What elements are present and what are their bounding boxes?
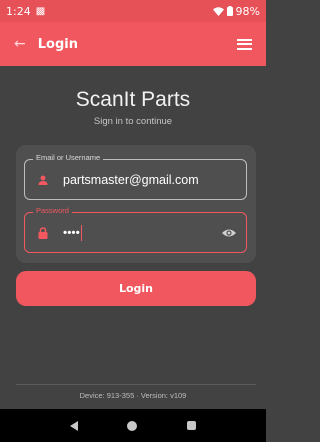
footer-divider <box>16 384 256 385</box>
nav-home-icon[interactable] <box>127 420 138 431</box>
login-card: Email or Username partsmaster@gmail.com … <box>16 145 256 263</box>
email-value: partsmaster@gmail.com <box>63 172 199 187</box>
status-bar: 1:24 ▩ 98% <box>0 0 266 22</box>
text-caret <box>80 224 83 241</box>
sim-icon: ▩ <box>35 5 46 17</box>
login-button[interactable]: Login <box>16 271 256 306</box>
lock-icon <box>36 226 50 240</box>
battery-icon <box>226 6 233 16</box>
back-arrow-icon[interactable]: ← <box>14 36 26 52</box>
wifi-icon <box>212 6 224 16</box>
nav-recents-icon[interactable] <box>187 421 197 430</box>
status-time: 1:24 <box>6 4 31 18</box>
password-field-label: Password <box>33 206 72 215</box>
email-field[interactable]: Email or Username partsmaster@gmail.com <box>24 153 247 200</box>
email-field-label: Email or Username <box>33 153 104 162</box>
device-version-info: Device: 913-355 · Version: v109 <box>79 391 187 400</box>
status-right: 98% <box>212 4 260 18</box>
app-bar: ← Login <box>0 22 266 66</box>
password-field[interactable]: Password •••• <box>24 206 247 253</box>
eye-icon[interactable] <box>221 225 237 241</box>
password-dots: •••• <box>63 224 80 239</box>
brand-title: ScanIt Parts <box>75 88 191 111</box>
password-value: •••• <box>63 224 83 241</box>
system-nav-bar <box>0 409 266 442</box>
nav-back-icon[interactable] <box>69 420 78 431</box>
hamburger-menu-icon[interactable] <box>237 38 252 50</box>
app-title: Login <box>37 36 78 52</box>
battery-level: 98% <box>235 4 260 18</box>
person-icon <box>36 173 50 187</box>
brand-subtitle: Sign in to continue <box>93 116 173 127</box>
